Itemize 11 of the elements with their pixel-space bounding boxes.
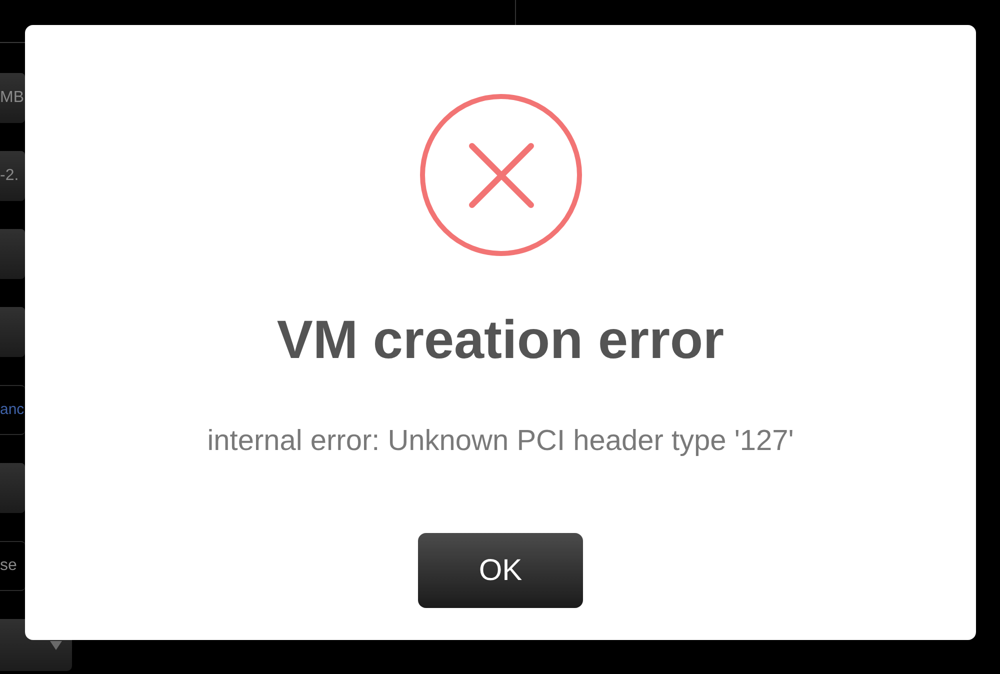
input-field[interactable]: -2.	[0, 151, 25, 201]
dialog-message: internal error: Unknown PCI header type '127'	[207, 424, 794, 458]
dialog-title: VM creation error	[276, 309, 724, 372]
ok-button[interactable]: OK	[418, 533, 583, 608]
link[interactable]: anc	[0, 401, 24, 418]
input-field[interactable]: MB	[0, 73, 25, 123]
input-field[interactable]	[0, 307, 25, 357]
error-icon	[420, 94, 582, 256]
input-field[interactable]: se	[0, 541, 25, 591]
input-field[interactable]	[0, 229, 25, 279]
input-field[interactable]	[0, 463, 25, 513]
